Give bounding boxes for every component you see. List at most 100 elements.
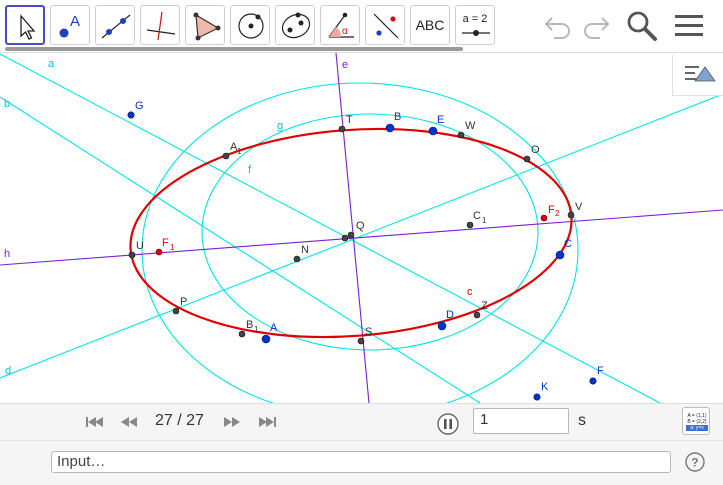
- polygon-tool[interactable]: [185, 5, 225, 45]
- label-F: F: [597, 365, 604, 377]
- step-forward-icon[interactable]: [220, 414, 242, 430]
- point-S[interactable]: [357, 337, 365, 345]
- circle-tool[interactable]: [230, 5, 270, 45]
- pause-icon[interactable]: [437, 413, 459, 435]
- algebra-input-field[interactable]: Input…: [51, 451, 671, 473]
- point-F1[interactable]: [155, 248, 163, 256]
- point-B1[interactable]: [238, 330, 246, 338]
- point-C1[interactable]: [466, 221, 474, 229]
- point-A[interactable]: [261, 334, 271, 344]
- point-tool-label: A: [70, 13, 80, 30]
- label-C1: C: [473, 210, 481, 222]
- point-E[interactable]: [428, 126, 438, 136]
- label-Z: Z: [481, 300, 488, 312]
- point-N[interactable]: [293, 255, 301, 263]
- slider-icon: [462, 30, 490, 36]
- skip-to-end-icon[interactable]: [256, 414, 278, 430]
- animation-speed-input[interactable]: 1: [473, 408, 569, 434]
- ellipse-icon: [281, 12, 311, 39]
- algebra-description-button[interactable]: A = (1,1) B = (2,2) a: y=x: [682, 407, 710, 435]
- point-F2[interactable]: [540, 214, 548, 222]
- point-F[interactable]: [589, 377, 597, 385]
- style-bar-toggle-icon: [685, 66, 716, 82]
- frame-counter: 27 / 27: [155, 412, 204, 429]
- label-F2: F: [548, 204, 555, 216]
- label-P: P: [180, 296, 187, 308]
- slider-tool[interactable]: a = 2: [455, 5, 495, 45]
- animation-bar: 27 / 27 1 s A = (1,1) B = (2,2) a: y=x: [0, 403, 723, 440]
- algebra-desc-line-3: a: y=x: [686, 425, 708, 431]
- line-label-a: a: [48, 58, 55, 70]
- point-Q-foot[interactable]: [341, 234, 349, 242]
- construction-canvas[interactable]: a b d f g e h c G T B E W A 1 O F 2 V C …: [0, 53, 723, 403]
- undo-icon[interactable]: [540, 8, 576, 44]
- style-bar-button[interactable]: [672, 55, 723, 96]
- label-D: D: [446, 309, 454, 321]
- point-B[interactable]: [385, 123, 395, 133]
- perpendicular-line-icon: [146, 11, 176, 41]
- graphics-view[interactable]: a b d f g e h c G T B E W A 1 O F 2 V C …: [0, 53, 723, 403]
- point-C[interactable]: [555, 250, 565, 260]
- circle-center-point-icon: [238, 13, 264, 39]
- polygon-icon: [193, 12, 221, 41]
- point-T[interactable]: [338, 125, 346, 133]
- circle-g[interactable]: [141, 82, 579, 403]
- line-label-e: e: [342, 59, 348, 71]
- label-B: B: [394, 111, 401, 123]
- point-D[interactable]: [437, 321, 447, 331]
- point-U[interactable]: [128, 251, 136, 259]
- angle-tool[interactable]: α: [320, 5, 360, 45]
- toolbar: A α ABC a = 2: [0, 0, 723, 53]
- move-tool[interactable]: [5, 5, 45, 45]
- point-O[interactable]: [523, 155, 531, 163]
- angle-icon: α: [328, 12, 354, 38]
- line-tool[interactable]: [95, 5, 135, 45]
- point-Z[interactable]: [473, 311, 481, 319]
- circle-f[interactable]: [201, 113, 539, 351]
- label-G: G: [135, 100, 144, 112]
- search-icon[interactable]: [624, 8, 660, 44]
- ellipse-tool[interactable]: [275, 5, 315, 45]
- input-bar: Input… ?: [0, 440, 723, 485]
- line-label-f: f: [248, 164, 252, 176]
- help-icon[interactable]: ?: [685, 452, 705, 472]
- label-K: K: [541, 381, 549, 393]
- hamburger-menu-icon[interactable]: [671, 8, 707, 44]
- point-A1[interactable]: [222, 152, 230, 160]
- line-h[interactable]: [0, 209, 723, 266]
- label-T: T: [346, 114, 353, 126]
- label-V: V: [575, 201, 583, 213]
- label-F1-sub: 1: [170, 243, 175, 252]
- point-a-icon: A: [59, 13, 80, 38]
- angle-tool-label: α: [342, 26, 348, 37]
- point-tool[interactable]: A: [50, 5, 90, 45]
- label-C1-sub: 1: [482, 216, 487, 225]
- perpendicular-line-tool[interactable]: [140, 5, 180, 45]
- point-Q[interactable]: [347, 231, 355, 239]
- redo-icon[interactable]: [578, 8, 614, 44]
- toolbar-scrollbar[interactable]: [5, 47, 463, 51]
- text-tool[interactable]: ABC: [410, 5, 450, 45]
- label-F1: F: [162, 237, 169, 249]
- line-a[interactable]: [0, 53, 661, 403]
- line-b[interactable]: [0, 96, 481, 403]
- label-B1-sub: 1: [254, 325, 259, 334]
- label-W: W: [465, 120, 476, 132]
- point-V[interactable]: [567, 211, 575, 219]
- point-K[interactable]: [533, 393, 541, 401]
- label-O: O: [531, 144, 540, 156]
- reflect-tool[interactable]: [365, 5, 405, 45]
- label-U: U: [136, 240, 144, 252]
- skip-to-start-icon[interactable]: [84, 414, 106, 430]
- label-N: N: [301, 244, 309, 256]
- svg-text:?: ?: [691, 456, 698, 470]
- label-A1-sub: 1: [237, 147, 242, 156]
- point-P[interactable]: [172, 307, 180, 315]
- point-G[interactable]: [127, 111, 135, 119]
- reflect-about-line-icon: [373, 13, 399, 39]
- label-A: A: [270, 322, 278, 334]
- label-F2-sub: 2: [555, 209, 560, 218]
- line-label-c: c: [467, 286, 473, 298]
- point-W[interactable]: [457, 131, 465, 139]
- step-back-icon[interactable]: [119, 414, 141, 430]
